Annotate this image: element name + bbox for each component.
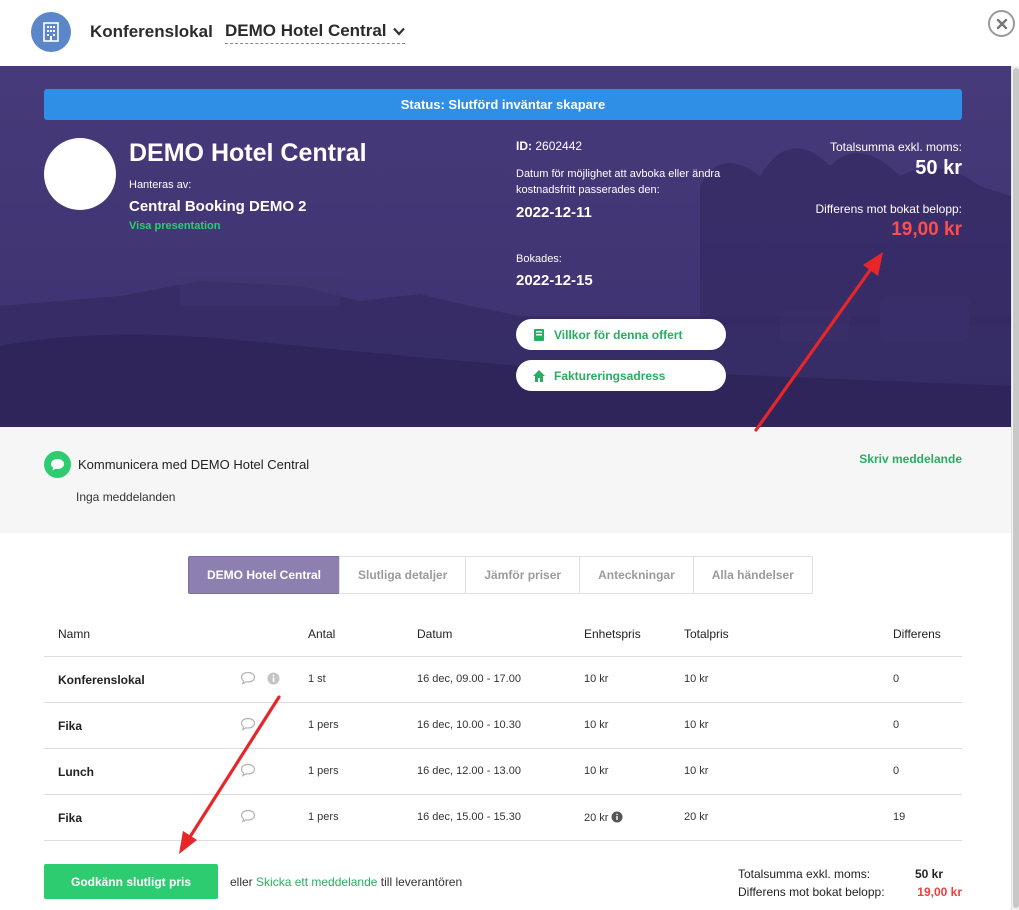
row-difference: 0 <box>893 765 900 777</box>
offer-terms-label: Villkor för denna offert <box>554 327 683 342</box>
table-header: Namn Antal Datum Enhetspris Totalpris Di… <box>44 611 962 657</box>
footer-difference-value: 19,00 kr <box>917 885 962 899</box>
booked-date: 2022-12-15 <box>516 272 593 289</box>
chat-icon <box>44 451 71 478</box>
footer-text-after: till leverantören <box>380 875 463 889</box>
close-button[interactable] <box>988 10 1015 37</box>
hero-background-image <box>0 66 1011 427</box>
row-unit-price: 20 kr <box>584 812 609 824</box>
row-name: Konferenslokal <box>58 673 145 687</box>
column-header-unit-price: Enhetspris <box>584 627 641 641</box>
cancellation-date: 2022-12-11 <box>516 204 592 221</box>
tab-venue[interactable]: DEMO Hotel Central <box>188 556 341 594</box>
booking-id-value: 2602442 <box>535 139 583 153</box>
row-quantity: 1 pers <box>308 811 339 823</box>
footer-text-before: eller <box>230 875 253 889</box>
invoice-address-label: Faktureringsadress <box>554 368 666 383</box>
row-difference: 0 <box>893 719 900 731</box>
managed-by-label: Hanteras av: <box>129 179 192 191</box>
booking-hero: Status: Slutförd inväntar skapare DEMO H… <box>0 66 1011 427</box>
total-label: Totalsumma exkl. moms: <box>829 140 962 154</box>
footer-difference-label: Differens mot bokat belopp: <box>738 885 885 899</box>
row-name: Fika <box>58 719 83 733</box>
row-name: Fika <box>58 811 83 825</box>
booked-label: Bokades: <box>516 253 562 265</box>
table-row: Konferenslokal 1 st 16 dec, 09.00 - 17.0… <box>44 657 962 703</box>
footer-total-label: Totalsumma exkl. moms: <box>738 867 871 881</box>
row-quantity: 1 pers <box>308 765 339 777</box>
chevron-down-icon <box>392 27 405 36</box>
top-header: Konferenslokal DEMO Hotel Central <box>0 0 1019 66</box>
tab-all-events[interactable]: Alla händelser <box>692 556 813 594</box>
book-icon <box>534 328 544 341</box>
booking-id: ID: 2602442 <box>516 139 582 153</box>
comment-icon[interactable] <box>240 671 256 690</box>
comment-icon[interactable] <box>240 763 256 782</box>
info-icon[interactable] <box>267 672 280 690</box>
managed-by-value: Central Booking DEMO 2 <box>129 198 307 215</box>
row-total-price: 10 kr <box>684 719 709 731</box>
tab-final-details[interactable]: Slutliga detaljer <box>339 556 467 594</box>
offer-terms-button[interactable]: Villkor för denna offert <box>516 319 726 350</box>
footer-total-value: 50 kr <box>914 867 943 881</box>
column-header-name: Namn <box>58 627 91 641</box>
view-presentation-link[interactable]: Visa presentation <box>129 220 221 232</box>
page-title: Konferenslokal <box>90 22 213 41</box>
total-value: 50 kr <box>915 157 962 179</box>
difference-label: Differens mot bokat belopp: <box>815 202 962 216</box>
info-icon[interactable] <box>611 811 623 826</box>
no-messages-text: Inga meddelanden <box>76 490 176 504</box>
comment-icon[interactable] <box>240 717 256 736</box>
venue-name: DEMO Hotel Central <box>129 139 367 167</box>
invoice-address-button[interactable]: Faktureringsadress <box>516 360 726 391</box>
price-table: Namn Antal Datum Enhetspris Totalpris Di… <box>44 611 962 841</box>
write-message-link[interactable]: Skriv meddelande <box>859 452 962 466</box>
row-quantity: 1 pers <box>308 719 339 731</box>
approve-final-price-button[interactable]: Godkänn slutligt pris <box>44 864 218 899</box>
communication-section: Kommunicera med DEMO Hotel Central Inga … <box>0 427 1011 533</box>
table-row: Fika 1 pers 16 dec, 15.00 - 15.30 20 kr … <box>44 795 962 841</box>
row-date: 16 dec, 15.00 - 15.30 <box>417 811 521 823</box>
row-date: 16 dec, 09.00 - 17.00 <box>417 673 521 685</box>
column-header-date: Datum <box>417 627 453 641</box>
row-unit-price-cell: 20 kr <box>584 811 623 826</box>
row-total-price: 10 kr <box>684 765 709 777</box>
cancellation-text: Datum för möjlighet att avboka eller änd… <box>516 168 721 196</box>
tab-compare-prices[interactable]: Jämför priser <box>465 556 581 594</box>
section-tabs: DEMO Hotel Central Slutliga detaljer Jäm… <box>188 556 813 594</box>
scrollbar-thumb[interactable] <box>1013 68 1019 908</box>
row-date: 16 dec, 10.00 - 10.30 <box>417 719 521 731</box>
close-icon <box>996 18 1007 29</box>
tab-notes[interactable]: Anteckningar <box>579 556 694 594</box>
venue-logo <box>44 138 116 210</box>
difference-value: 19,00 kr <box>891 219 962 240</box>
communication-title: Kommunicera med DEMO Hotel Central <box>78 457 310 472</box>
row-date: 16 dec, 12.00 - 13.00 <box>417 765 521 777</box>
row-total-price: 10 kr <box>684 673 709 685</box>
scrollbar[interactable] <box>1011 66 1019 910</box>
column-header-difference: Differens <box>893 627 941 641</box>
table-row: Fika 1 pers 16 dec, 10.00 - 10.30 10 kr … <box>44 703 962 749</box>
send-message-link[interactable]: Skicka ett meddelande <box>256 875 377 889</box>
table-row: Lunch 1 pers 16 dec, 12.00 - 13.00 10 kr… <box>44 749 962 795</box>
row-difference: 19 <box>893 811 906 823</box>
row-unit-price: 10 kr <box>584 765 609 777</box>
comment-icon[interactable] <box>240 809 256 828</box>
row-unit-price: 10 kr <box>584 673 609 685</box>
row-unit-price: 10 kr <box>584 719 609 731</box>
status-banner: Status: Slutförd inväntar skapare <box>44 89 962 120</box>
venue-select-label: DEMO Hotel Central <box>225 21 387 40</box>
venue-select[interactable]: DEMO Hotel Central <box>225 21 405 44</box>
booking-id-label: ID: <box>516 139 532 153</box>
hotel-icon <box>31 12 71 52</box>
column-header-quantity: Antal <box>308 627 336 641</box>
column-header-total-price: Totalpris <box>684 627 729 641</box>
row-difference: 0 <box>893 673 900 685</box>
row-total-price: 20 kr <box>684 811 709 823</box>
row-quantity: 1 st <box>308 673 326 685</box>
home-icon <box>533 369 545 382</box>
footer-message-text: eller Skicka ett meddelande till leveran… <box>230 875 462 889</box>
row-name: Lunch <box>58 765 94 779</box>
